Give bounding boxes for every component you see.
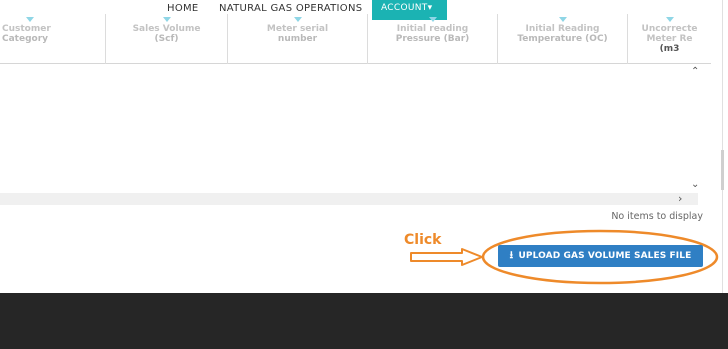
column-header-label: (m3 bbox=[659, 44, 680, 54]
column-header-initial-reading-temperature[interactable]: Initial Reading Temperature (OC) bbox=[498, 14, 628, 64]
vertical-scrollbar[interactable]: ⌃ ⌄ bbox=[689, 65, 702, 193]
column-header-label: number bbox=[277, 34, 318, 44]
column-header-label: Category bbox=[2, 34, 49, 44]
column-header-meter-serial-number[interactable]: Meter serial number bbox=[228, 14, 368, 64]
page: HOME NATURAL GAS OPERATIONS ACCOUNT▾ Cus… bbox=[0, 0, 728, 349]
grid-body bbox=[0, 65, 698, 193]
filter-icon[interactable] bbox=[26, 17, 34, 22]
filter-icon[interactable] bbox=[428, 17, 437, 22]
column-header-label: Customer bbox=[2, 24, 51, 34]
scroll-down-icon[interactable]: ⌄ bbox=[691, 179, 699, 190]
column-header-sales-volume[interactable]: Sales Volume (Scf) bbox=[106, 14, 228, 64]
footer bbox=[0, 293, 728, 349]
horizontal-scrollbar[interactable]: › bbox=[0, 192, 698, 205]
upload-button-label: UPLOAD GAS VOLUME SALES FILE bbox=[518, 251, 692, 261]
arrow-annotation-icon bbox=[410, 248, 483, 266]
column-header-label: (Scf) bbox=[154, 34, 179, 44]
column-header-label: Temperature (OC) bbox=[517, 34, 608, 44]
column-header-customer-category[interactable]: Customer Category bbox=[0, 14, 106, 64]
column-header-label: Sales Volume bbox=[132, 24, 201, 34]
upload-icon: ⭳ bbox=[509, 250, 514, 261]
filter-icon[interactable] bbox=[162, 17, 171, 22]
column-header-label: Initial reading bbox=[396, 24, 469, 34]
column-header-label: Pressure (Bar) bbox=[395, 34, 470, 44]
filter-icon[interactable] bbox=[293, 17, 302, 22]
grid-header: Customer Category Sales Volume (Scf) Met… bbox=[0, 14, 711, 64]
column-header-label: Meter Re bbox=[646, 34, 693, 44]
column-header-label: Initial Reading bbox=[525, 24, 600, 34]
page-scrollbar-track[interactable] bbox=[722, 0, 723, 293]
filter-icon[interactable] bbox=[665, 17, 674, 22]
column-header-label: Meter serial bbox=[266, 24, 329, 34]
scroll-up-icon[interactable]: ⌃ bbox=[691, 66, 699, 77]
upload-gas-volume-sales-file-button[interactable]: ⭳ UPLOAD GAS VOLUME SALES FILE bbox=[498, 245, 703, 267]
filter-icon[interactable] bbox=[558, 17, 567, 22]
page-scrollbar-thumb[interactable] bbox=[721, 150, 724, 190]
column-header-label: Uncorrecte bbox=[641, 24, 698, 34]
click-annotation-label: Click bbox=[404, 232, 442, 248]
column-header-uncorrected-meter-reading[interactable]: Uncorrecte Meter Re (m3 bbox=[628, 14, 711, 64]
grid-empty-message: No items to display bbox=[611, 211, 703, 222]
scroll-right-icon[interactable]: › bbox=[678, 192, 682, 205]
column-header-initial-reading-pressure[interactable]: Initial reading Pressure (Bar) bbox=[368, 14, 498, 64]
